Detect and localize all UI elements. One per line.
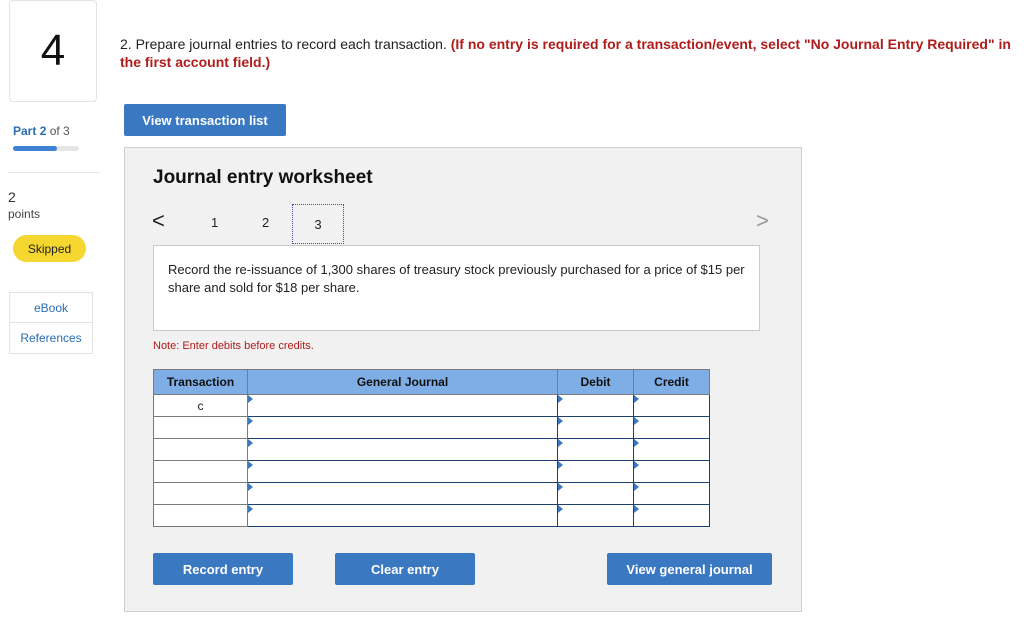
part-indicator: Part 2 of 3 [13,124,70,138]
header-debit: Debit [557,369,634,395]
transaction-cell [153,504,248,527]
part-number: 2 [39,124,47,138]
debit-input[interactable] [557,482,634,505]
account-select[interactable] [247,460,558,483]
references-link[interactable]: References [9,322,93,354]
account-select[interactable] [247,482,558,505]
credit-input[interactable] [633,504,710,527]
entry-page-2[interactable]: 2 [262,215,269,230]
transaction-cell [153,460,248,483]
question-prompt: 2. Prepare journal entries to record eac… [120,35,1024,71]
table-row [153,416,710,439]
credit-input[interactable] [633,438,710,461]
debit-input[interactable] [557,460,634,483]
table-row [153,460,710,483]
transaction-cell: c [153,394,248,417]
next-entry-arrow[interactable]: > [756,208,769,234]
journal-table-header: Transaction General Journal Debit Credit [153,369,710,395]
part-progress-bar [13,146,79,151]
debit-input[interactable] [557,394,634,417]
credit-input[interactable] [633,460,710,483]
entry-note: Note: Enter debits before credits. [153,340,314,352]
status-badge: Skipped [13,235,86,262]
entry-page-3[interactable]: 3 [292,204,344,244]
table-row: c [153,394,710,417]
transaction-cell [153,416,248,439]
part-of: of 3 [49,124,70,138]
view-transaction-list-button[interactable]: View transaction list [124,104,286,136]
question-number: 4 [9,0,97,102]
transaction-cell [153,438,248,461]
header-general-journal: General Journal [247,369,558,395]
table-row [153,504,710,527]
points-value: 2 [8,189,16,205]
journal-table: Transaction General Journal Debit Credit… [153,369,710,527]
points-label: points [8,207,41,221]
entry-page-1[interactable]: 1 [211,215,218,230]
header-transaction: Transaction [153,369,248,395]
header-credit: Credit [633,369,710,395]
part-label: Part [13,124,37,138]
prev-entry-arrow[interactable]: < [152,208,165,234]
debit-input[interactable] [557,416,634,439]
ebook-link[interactable]: eBook [9,292,93,323]
credit-input[interactable] [633,416,710,439]
account-select[interactable] [247,504,558,527]
view-general-journal-button[interactable]: View general journal [607,553,772,585]
debit-input[interactable] [557,504,634,527]
credit-input[interactable] [633,482,710,505]
table-row [153,438,710,461]
table-row [153,482,710,505]
account-select[interactable] [247,394,558,417]
transaction-cell [153,482,248,505]
credit-input[interactable] [633,394,710,417]
part-progress-fill [13,146,58,151]
worksheet-title: Journal entry worksheet [153,167,373,188]
clear-entry-button[interactable]: Clear entry [335,553,475,585]
record-entry-button[interactable]: Record entry [153,553,293,585]
transaction-description: Record the re-issuance of 1,300 shares o… [153,245,760,331]
debit-input[interactable] [557,438,634,461]
account-select[interactable] [247,438,558,461]
account-select[interactable] [247,416,558,439]
prompt-lead: 2. Prepare journal entries to record eac… [120,36,451,52]
divider [8,172,100,173]
